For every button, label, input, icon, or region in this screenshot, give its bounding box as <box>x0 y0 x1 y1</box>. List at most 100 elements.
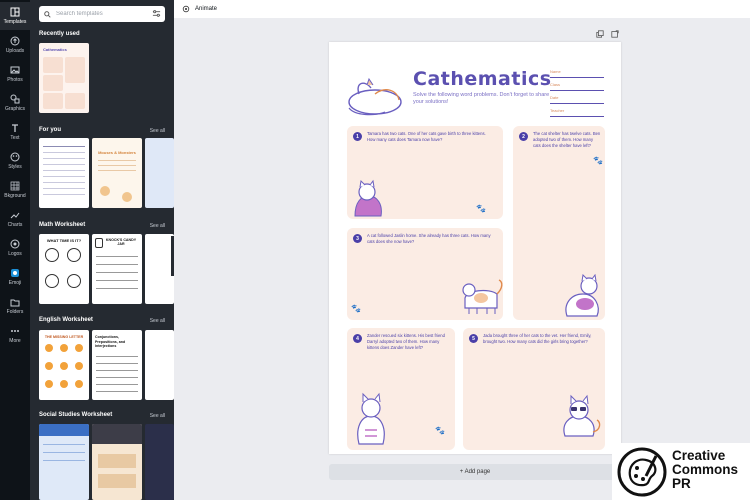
rail-label: Graphics <box>4 106 25 112</box>
rail-label: Logos <box>8 251 22 257</box>
template-thumb-partial[interactable] <box>145 234 174 304</box>
question-text: Jada brought three of her cats to the ve… <box>483 333 592 344</box>
thumb-line <box>96 363 138 364</box>
rail-item-templates[interactable]: Templates <box>0 2 30 30</box>
question-card-3: 3 A cat followed Jaslin home. She alread… <box>347 228 503 320</box>
thumb-line <box>96 384 138 385</box>
question-number: 5 <box>469 334 478 343</box>
rail-item-uploads[interactable]: Uploads <box>0 31 30 59</box>
template-thumb[interactable]: Conjunctions, Prepositions, and Interjec… <box>92 330 142 400</box>
template-thumb[interactable]: WHAT TIME IS IT? <box>39 234 89 304</box>
rail-item-logos[interactable]: Logos <box>0 234 30 262</box>
question-number: 3 <box>353 234 362 243</box>
thumb-deco <box>75 344 83 352</box>
worksheet-subtitle: Solve the following word problems. Don't… <box>413 92 550 105</box>
thumb-line <box>96 256 138 257</box>
thumb-line <box>96 391 138 392</box>
add-page-button[interactable]: + Add page <box>329 464 621 480</box>
search-box[interactable] <box>39 6 165 22</box>
see-all-link[interactable]: See all <box>150 128 165 134</box>
section-title-math: Math Worksheet <box>39 222 86 228</box>
rail-label: Photos <box>7 77 23 83</box>
section-title-for-you: For you <box>39 127 61 133</box>
thumb-line <box>98 160 136 161</box>
template-thumb-partial[interactable] <box>145 330 174 400</box>
upload-icon <box>10 36 20 46</box>
field-label-class: Class <box>550 82 561 87</box>
thumb-box <box>98 474 136 488</box>
editor-toolbar: Animate <box>174 0 750 18</box>
template-thumb[interactable]: KNOCK'S CANDY JAR <box>92 234 142 304</box>
worksheet-page[interactable]: Cathematics Solve the following word pro… <box>329 42 621 454</box>
thumb-line <box>96 356 138 357</box>
creative-commons-watermark: Creative Commons PR <box>612 443 750 500</box>
question-number: 4 <box>353 334 362 343</box>
search-input[interactable] <box>56 11 146 17</box>
template-thumb[interactable]: THE MISSING LETTER <box>39 330 89 400</box>
clock-icon <box>45 274 59 288</box>
see-all-link[interactable]: See all <box>150 223 165 229</box>
thumb-line <box>43 194 85 195</box>
rail-item-styles[interactable]: Styles <box>0 147 30 175</box>
thumb-card <box>43 75 63 91</box>
styles-icon <box>10 152 20 162</box>
field-line <box>550 103 604 104</box>
creative-commons-text: Creative Commons PR <box>672 449 738 491</box>
add-page-icon[interactable] <box>611 30 619 38</box>
question-text: Zander rescued six kittens. His best fri… <box>367 333 445 350</box>
thumb-line <box>43 452 85 453</box>
rail-item-background[interactable]: Bkground <box>0 176 30 204</box>
watermark-line: Commons <box>672 462 739 477</box>
rail-item-text[interactable]: Text <box>0 118 30 146</box>
template-thumb-partial[interactable] <box>145 138 174 208</box>
thumb-line <box>96 370 138 371</box>
logos-icon <box>10 239 20 249</box>
see-all-link[interactable]: See all <box>150 318 165 324</box>
creative-commons-palette-logo <box>617 447 667 497</box>
template-thumb-partial[interactable] <box>145 424 174 500</box>
thumb-line <box>43 158 85 159</box>
thumb-card <box>43 57 63 73</box>
paw-icon: 🐾 <box>476 204 486 213</box>
filter-icon[interactable] <box>152 9 161 18</box>
thumb-line <box>96 377 138 378</box>
template-thumb[interactable] <box>92 424 142 500</box>
rail-item-folders[interactable]: Folders <box>0 292 30 320</box>
thumb-line <box>43 176 85 177</box>
rail-label: Styles <box>8 164 22 170</box>
thumb-deco <box>75 362 83 370</box>
thumb-title: THE MISSING LETTER <box>44 335 84 339</box>
question-text: A cat followed Jaslin home. She already … <box>367 233 491 244</box>
thumb-line <box>96 280 138 281</box>
thumb-card <box>43 93 63 109</box>
template-thumb[interactable] <box>39 424 89 500</box>
thumb-line <box>43 152 85 153</box>
rail-item-charts[interactable]: Charts <box>0 205 30 233</box>
worksheet-title: Cathematics <box>413 68 552 90</box>
canva-editor: Templates Uploads Photos Graphics Text S… <box>0 0 750 500</box>
animate-button[interactable]: Animate <box>195 6 217 12</box>
left-rail: Templates Uploads Photos Graphics Text S… <box>0 0 30 500</box>
duplicate-page-icon[interactable] <box>596 30 604 38</box>
question-number: 1 <box>353 132 362 141</box>
thumb-deco <box>60 362 68 370</box>
thumb-deco <box>45 380 53 388</box>
template-thumb[interactable] <box>39 138 89 208</box>
clock-icon <box>45 248 59 262</box>
more-icon <box>11 330 19 332</box>
template-thumb[interactable]: Mouses & Monsters <box>92 138 142 208</box>
canvas-area: Cathematics Solve the following word pro… <box>174 18 750 500</box>
thumb-line <box>43 444 85 445</box>
question-number: 2 <box>519 132 528 141</box>
rail-item-photos[interactable]: Photos <box>0 60 30 88</box>
thumb-card <box>65 57 85 83</box>
clock-icon <box>67 248 81 262</box>
thumb-deco <box>60 344 68 352</box>
rail-item-emoji[interactable]: Emoji <box>0 263 30 291</box>
rail-item-graphics[interactable]: Graphics <box>0 89 30 117</box>
thumb-title: Conjunctions, Prepositions, and Interjec… <box>95 335 126 348</box>
see-all-link[interactable]: See all <box>150 413 165 419</box>
rail-item-more[interactable]: More <box>0 321 30 349</box>
cat-illustration <box>563 394 601 437</box>
template-thumb-recent[interactable]: Cathematics <box>39 43 89 113</box>
